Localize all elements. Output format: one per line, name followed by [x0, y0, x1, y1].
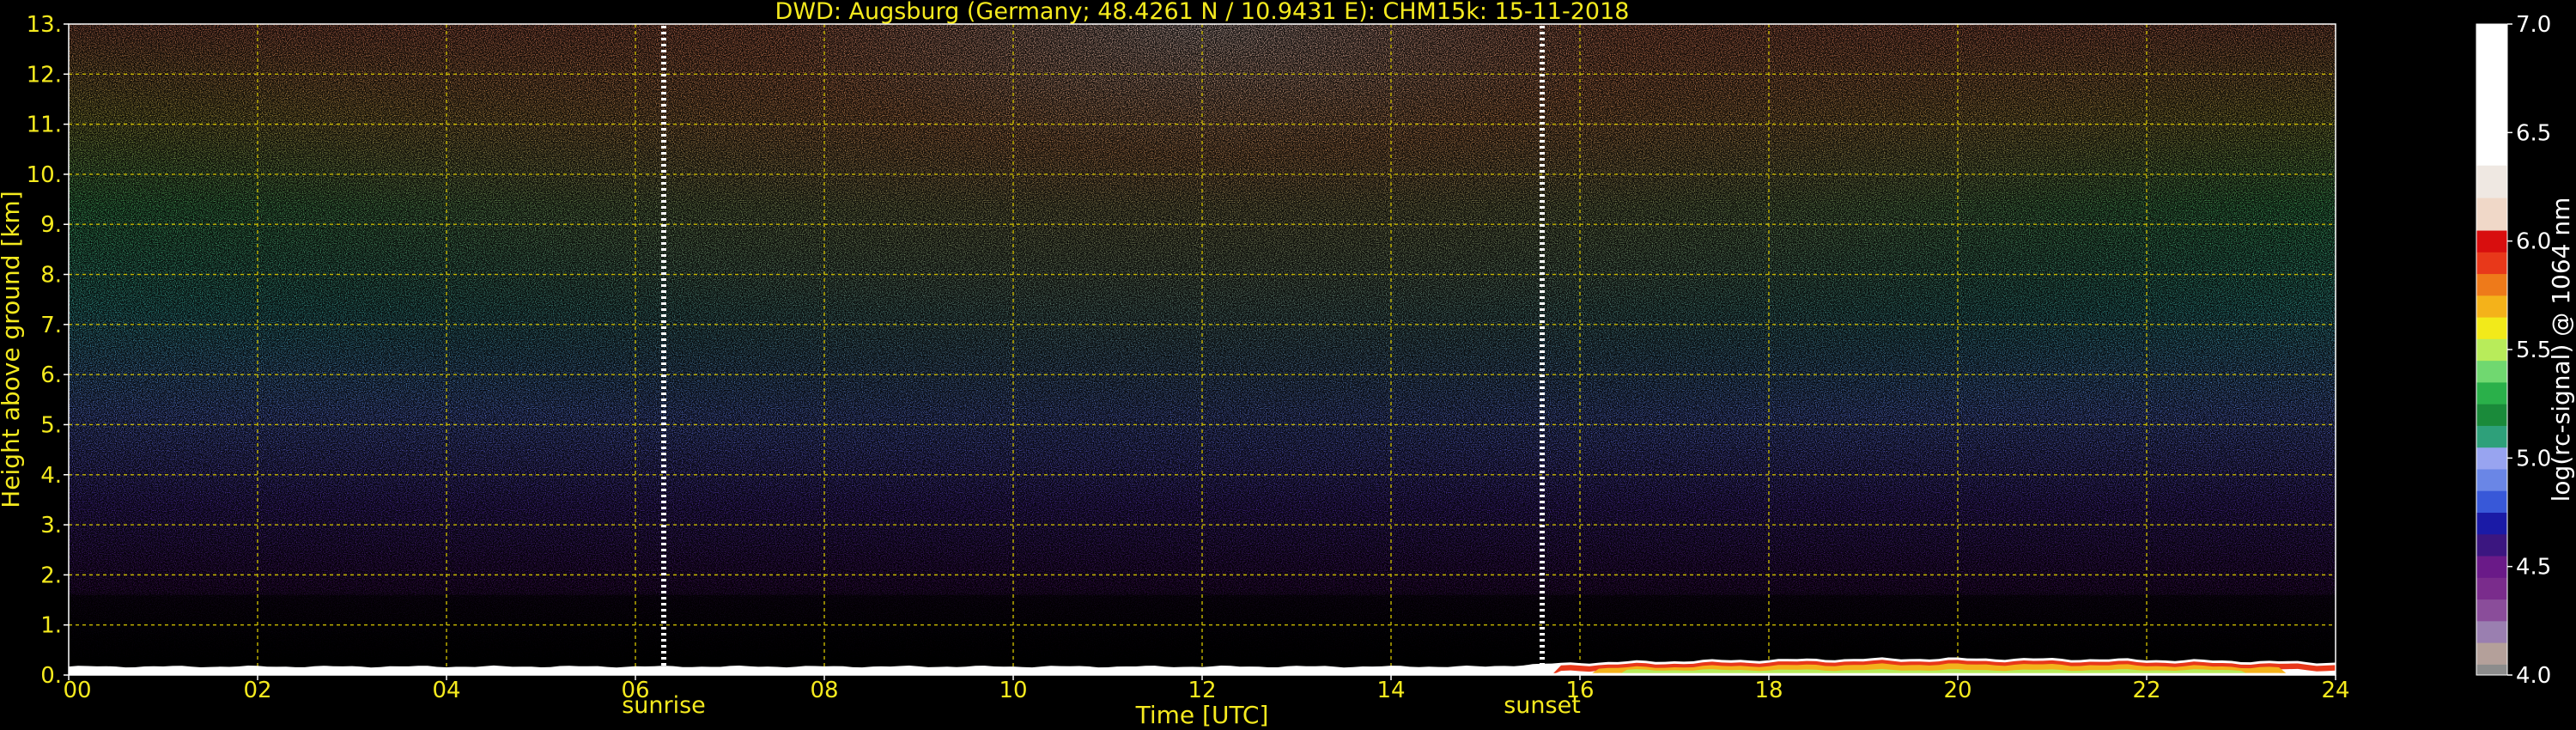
colorbar-level — [2476, 664, 2507, 676]
y-tick-label: 3. — [40, 513, 62, 538]
colorbar-level — [2476, 404, 2507, 426]
y-tick-label: 4. — [40, 463, 62, 489]
colorbar-level — [2476, 490, 2507, 513]
x-tick-label: 10 — [999, 678, 1027, 703]
colorbar-level — [2476, 230, 2507, 252]
colorbar-level — [2476, 620, 2507, 643]
colorbar-tick-label: 7.0 — [2516, 12, 2551, 38]
colorbar-level — [2476, 252, 2507, 275]
x-tick-label: 08 — [810, 678, 838, 703]
y-tick-label: 9. — [40, 212, 62, 238]
colorbar-level — [2476, 447, 2507, 470]
colorbar-level — [2476, 360, 2507, 383]
colorbar-tick-label: 6.5 — [2516, 120, 2551, 146]
y-tick-label: 1. — [40, 613, 62, 639]
colorbar-level — [2476, 577, 2507, 600]
colorbar-level — [2476, 273, 2507, 296]
x-tick-label: 12 — [1188, 678, 1216, 703]
x-tick-label: 22 — [2132, 678, 2160, 703]
y-tick-label: 6. — [40, 362, 62, 388]
colorbar-level — [2476, 295, 2507, 318]
colorbar-level — [2476, 468, 2507, 491]
colorbar-level — [2476, 381, 2507, 405]
x-tick-label: 18 — [1754, 678, 1783, 703]
y-tick-label: 5. — [40, 412, 62, 438]
colorbar-tick-label: 4.5 — [2516, 555, 2551, 581]
colorbar-level — [2476, 317, 2507, 339]
x-tick-label: 14 — [1376, 678, 1405, 703]
colorbar-tick-label: 4.0 — [2516, 663, 2551, 689]
colorbar-level — [2476, 533, 2507, 557]
y-tick-label: 2. — [40, 563, 62, 588]
x-tick-label: 24 — [2321, 678, 2349, 703]
y-tick-label: 7. — [40, 313, 62, 338]
colorbar-level — [2476, 512, 2507, 535]
colorbar-level — [2476, 425, 2507, 448]
y-tick-label: 12. — [27, 62, 62, 88]
annotation-sunrise: sunrise — [622, 692, 706, 719]
colorbar-level — [2476, 556, 2507, 578]
colorbar-level — [2476, 24, 2507, 166]
colorbar-level — [2476, 198, 2507, 231]
annotation-sunset: sunset — [1504, 692, 1581, 719]
lidar-ceilometer-chart: 0. 1. 2. 3. 4. 5. 6. 7. 8. 9. 10. 11. 12. 13. 00 02 04 0… — [0, 0, 2576, 730]
y-tick-label: 11. — [27, 113, 62, 138]
x-tick-label: 20 — [1943, 678, 1971, 703]
x-tick-label: 04 — [432, 678, 460, 703]
x-tick-label: 00 — [63, 678, 91, 703]
y-tick-label: 8. — [40, 263, 62, 289]
x-axis-label: Time [UTC] — [1135, 701, 1269, 729]
y-tick-label: 13. — [27, 12, 62, 38]
colorbar-label: log(rc-signal) @ 1064 nm — [2547, 198, 2575, 502]
y-tick-label: 10. — [27, 162, 62, 188]
colorbar-level — [2476, 165, 2507, 198]
colorbar-level — [2476, 642, 2507, 665]
y-tick-label: 0. — [40, 663, 62, 689]
chart-title: DWD: Augsburg (Germany; 48.4261 N / 10.9… — [775, 0, 1630, 25]
y-axis-label: Height above ground [km] — [0, 191, 25, 508]
x-tick-label: 02 — [243, 678, 271, 703]
colorbar-level — [2476, 338, 2507, 362]
colorbar-level — [2476, 599, 2507, 622]
